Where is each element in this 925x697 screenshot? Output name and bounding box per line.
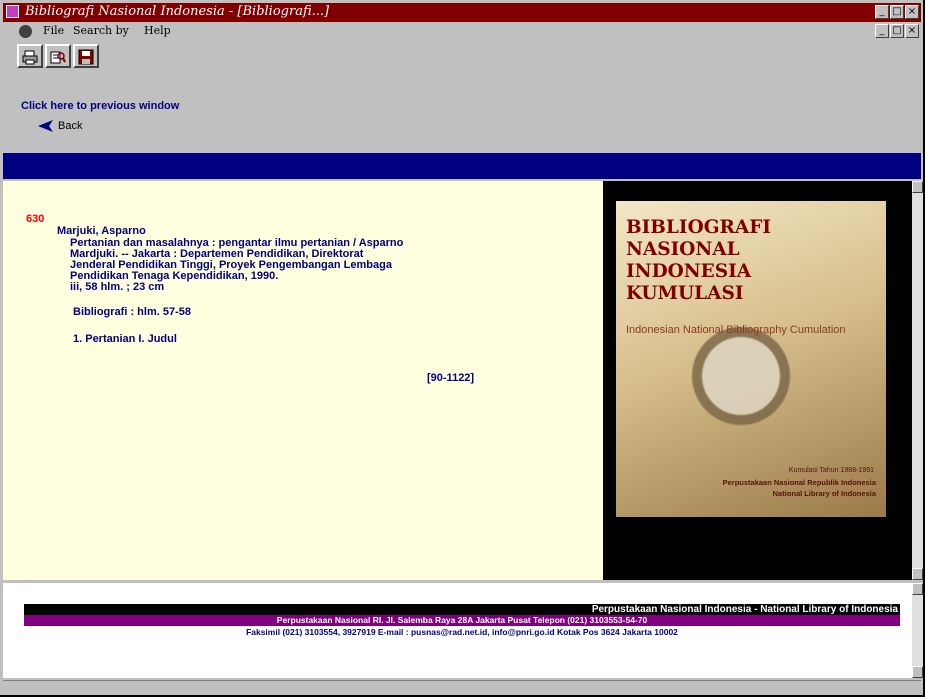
cover-subtitle: Indonesian National Bibliography Cumulat… <box>626 324 846 336</box>
mdi-restore-button[interactable]: □ <box>890 24 904 38</box>
find-button[interactable] <box>45 44 71 68</box>
footer-scroll-up-button[interactable] <box>912 583 923 595</box>
save-icon <box>78 49 94 65</box>
back-label: Back <box>58 120 83 132</box>
status-bar <box>3 680 921 695</box>
app-icon[interactable] <box>6 5 19 18</box>
footer-address: Perpustakaan Nasional RI. Jl. Salemba Ra… <box>24 615 900 626</box>
print-button[interactable] <box>17 44 43 68</box>
vertical-scrollbar[interactable] <box>912 181 923 580</box>
record-collation: iii, 58 hlm. ; 23 cm <box>70 281 165 293</box>
menu-help[interactable]: Help <box>144 24 171 37</box>
header-bar <box>3 153 921 179</box>
footer-contact: Faksimil (021) 3103554, 3927919 E-mail :… <box>246 627 678 637</box>
back-button[interactable]: Back <box>38 120 82 132</box>
previous-window-link[interactable]: Click here to previous window <box>21 100 179 112</box>
mdi-minimize-button[interactable]: _ <box>875 24 889 38</box>
book-cover-image: BIBLIOGRAFI NASIONAL INDONESIA KUMULASI … <box>616 201 886 517</box>
record-number: 630 <box>26 213 45 225</box>
footer-library-name: Perpustakaan Nasional Indonesia - Nation… <box>24 604 900 615</box>
print-icon <box>22 50 38 65</box>
mdi-controls: _ □ × <box>875 24 919 38</box>
toolbar <box>17 44 99 68</box>
title-bar[interactable]: Bibliografi Nasional Indonesia - [Biblio… <box>3 3 921 22</box>
menu-file[interactable]: File <box>43 24 64 37</box>
footer-scroll-down-button[interactable] <box>912 666 923 678</box>
menu-search-by[interactable]: Search by <box>73 24 129 37</box>
menu-bar: File Search by Help _ □ × <box>3 22 921 41</box>
cover-title-line: NASIONAL <box>626 239 740 260</box>
scroll-down-button[interactable] <box>912 568 923 580</box>
record-control-number: [90-1122] <box>427 372 475 384</box>
cover-publisher-english: National Library of Indonesia <box>772 489 876 498</box>
close-button[interactable]: × <box>905 5 919 19</box>
maximize-button[interactable]: □ <box>890 5 904 19</box>
cover-title-line: BIBLIOGRAFI <box>626 217 772 238</box>
save-button[interactable] <box>73 44 99 68</box>
search-icon <box>50 51 66 64</box>
back-arrow-icon <box>38 120 53 132</box>
footer-scrollbar[interactable] <box>912 583 923 678</box>
document-menu-icon[interactable] <box>19 25 32 38</box>
record-author: Marjuki, Asparno <box>57 225 146 237</box>
record-subjects: 1. Pertanian I. Judul <box>73 333 177 345</box>
cover-title-line: KUMULASI <box>626 283 744 304</box>
caption-buttons: _ □ × <box>875 5 919 19</box>
mdi-close-button[interactable]: × <box>905 24 919 38</box>
scroll-up-button[interactable] <box>912 181 923 193</box>
cover-publisher: Perpustakaan Nasional Republik Indonesia <box>722 478 876 487</box>
application-window: Bibliografi Nasional Indonesia - [Biblio… <box>0 0 925 697</box>
minimize-button[interactable]: _ <box>875 5 889 19</box>
record-notes: Bibliografi : hlm. 57-58 <box>73 306 191 318</box>
window-title: Bibliografi Nasional Indonesia - [Biblio… <box>25 4 330 19</box>
cover-title-line: INDONESIA <box>626 261 752 282</box>
cover-title: BIBLIOGRAFI NASIONAL INDONESIA KUMULASI <box>626 217 771 305</box>
cover-period: Kumulasi Tahun 1988-1991 <box>788 467 874 474</box>
